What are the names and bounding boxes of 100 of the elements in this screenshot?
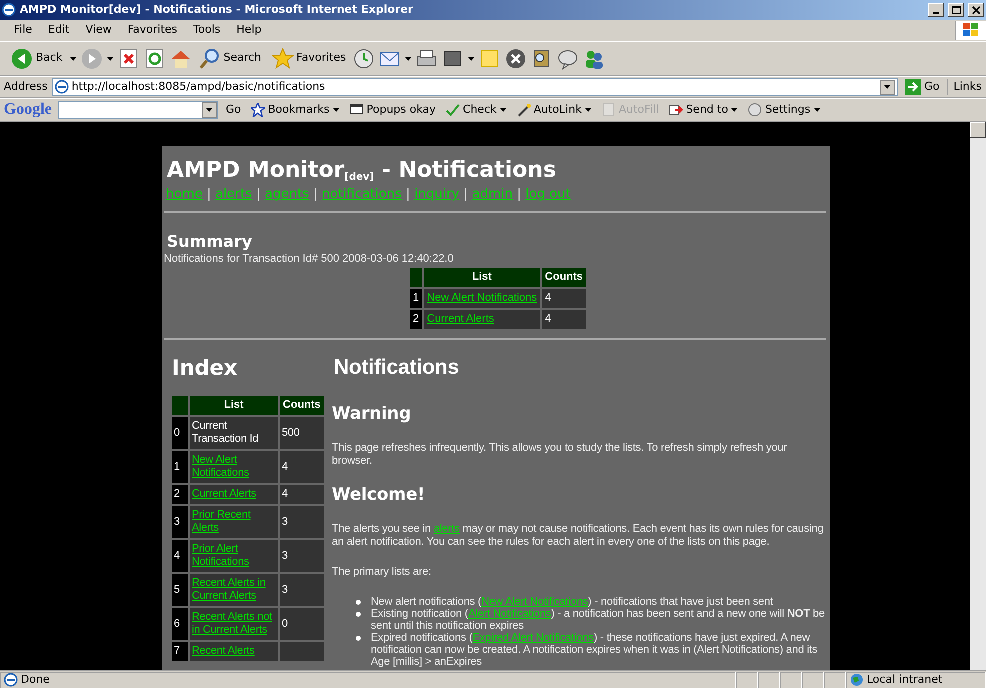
row-index: 0 bbox=[172, 417, 188, 449]
menu-item[interactable]: Tools bbox=[186, 22, 229, 39]
column-header: Counts bbox=[280, 396, 324, 415]
caret-icon[interactable] bbox=[814, 108, 821, 112]
count-cell: 0 bbox=[282, 618, 288, 630]
count-cell: 4 bbox=[282, 488, 288, 500]
caret-icon[interactable] bbox=[468, 56, 476, 60]
refresh-icon[interactable] bbox=[144, 48, 166, 70]
close-icon[interactable] bbox=[970, 4, 982, 16]
column-header: List bbox=[424, 268, 540, 287]
bookmark-star-icon bbox=[251, 103, 266, 117]
nav-separator: | bbox=[406, 187, 410, 202]
browser-icon bbox=[4, 673, 18, 687]
count-cell: 3 bbox=[282, 516, 288, 528]
count-cell: 3 bbox=[282, 584, 288, 596]
history-icon[interactable] bbox=[353, 48, 376, 70]
toolbar-button[interactable]: Send to bbox=[667, 102, 740, 118]
menu-item[interactable]: Favorites bbox=[120, 22, 186, 39]
stop-icon[interactable] bbox=[118, 48, 140, 70]
browser-icon bbox=[2, 3, 16, 17]
nav-separator: | bbox=[464, 187, 468, 202]
menu-item[interactable]: Help bbox=[228, 22, 270, 39]
menu-item[interactable]: Edit bbox=[40, 22, 78, 39]
zone-text: Local intranet bbox=[867, 672, 943, 688]
window-title: AMPD Monitor[dev] - Notifications - Microsoft Internet Explorer bbox=[20, 2, 414, 18]
nav-separator: | bbox=[517, 187, 522, 202]
section-heading: Summary bbox=[167, 233, 254, 251]
caption: Notifications for Transaction Id# 500 2008-03-06 12:40:22.0 bbox=[164, 253, 455, 266]
row-index: 1 bbox=[410, 289, 422, 308]
section-heading: Notifications bbox=[334, 355, 460, 381]
bullet-icon bbox=[356, 600, 361, 605]
row-index: 2 bbox=[172, 485, 188, 504]
favorites-button[interactable]: Favorites bbox=[268, 46, 350, 72]
form-icon bbox=[602, 103, 616, 117]
toolbar-button[interactable]: AutoLink bbox=[514, 102, 594, 118]
row-index: 2 bbox=[410, 310, 422, 329]
caret-icon[interactable] bbox=[405, 56, 412, 60]
windows-flag-icon bbox=[962, 22, 980, 38]
address-field[interactable]: http://localhost:8085/ampd/basic/notifications bbox=[52, 78, 898, 96]
caret-icon[interactable] bbox=[884, 85, 892, 89]
google-logo: Google bbox=[4, 100, 52, 120]
send-arrow-icon bbox=[669, 103, 684, 117]
scrollbar[interactable] bbox=[970, 122, 986, 670]
browser-icon bbox=[54, 80, 69, 94]
address-label: Address bbox=[4, 78, 48, 95]
caret-icon[interactable] bbox=[731, 108, 738, 112]
menu-item[interactable]: File bbox=[6, 22, 40, 39]
paragraph: This page refreshes infrequently. This allows you to study the lists. To refresh simply refresh your browser. bbox=[332, 442, 788, 468]
section-heading: Index bbox=[172, 355, 239, 382]
subheading: Warning bbox=[332, 404, 412, 424]
back-button[interactable]: Back bbox=[8, 46, 66, 72]
bullet-icon bbox=[356, 636, 361, 641]
column-header: List bbox=[190, 396, 278, 415]
row-index: 7 bbox=[172, 642, 188, 661]
subheading: Welcome! bbox=[332, 485, 426, 505]
go-button[interactable]: Go bbox=[902, 76, 943, 98]
menu-item[interactable]: View bbox=[78, 22, 120, 39]
count-cell: 3 bbox=[282, 550, 288, 562]
nav-separator: | bbox=[313, 187, 318, 202]
maximize-icon[interactable] bbox=[950, 4, 962, 16]
links-button[interactable]: Links bbox=[946, 78, 982, 96]
caret-icon[interactable] bbox=[332, 108, 340, 112]
settings-icon bbox=[748, 103, 762, 117]
search-button[interactable]: Search bbox=[196, 46, 265, 72]
spellcheck-icon bbox=[446, 103, 460, 117]
paragraph: The primary lists are: bbox=[332, 566, 432, 579]
star-icon bbox=[272, 48, 294, 70]
count-cell: 4 bbox=[545, 292, 552, 304]
caret-icon[interactable] bbox=[70, 56, 77, 60]
caret-icon[interactable] bbox=[106, 56, 114, 60]
go-arrow-icon bbox=[905, 79, 922, 95]
list-item: Existing notification (Alert Notifications) - a notification has been sent and a new one will NOT be sent until this notification expires bbox=[371, 608, 826, 632]
nav-separator: | bbox=[207, 187, 212, 202]
popup-window-icon bbox=[350, 103, 364, 117]
column-header: Counts bbox=[542, 268, 586, 287]
toolbar-button[interactable]: Check bbox=[444, 102, 509, 118]
row-index: 4 bbox=[172, 540, 188, 572]
row-index: 6 bbox=[172, 608, 188, 640]
page-title: AMPD Monitor$_{[dev]}$ - Notifications bbox=[167, 157, 558, 185]
caret-icon[interactable] bbox=[206, 108, 213, 112]
print-icon[interactable] bbox=[416, 48, 438, 70]
toolbar-button[interactable]: Popups okay bbox=[348, 102, 438, 118]
toolbar-button[interactable]: Settings bbox=[746, 102, 823, 118]
back-icon bbox=[11, 48, 33, 70]
caret-icon[interactable] bbox=[500, 108, 507, 112]
chat-icon[interactable] bbox=[557, 48, 580, 70]
paragraph: The alerts you see in alerts may or may not cause notifications. Each event has its own rules for causing an alert notification. You can see the rules for each alert in every one of the lists on this page. bbox=[332, 523, 825, 549]
bullet-icon bbox=[356, 612, 361, 617]
go-button[interactable]: Go bbox=[224, 102, 244, 118]
close-icon[interactable] bbox=[505, 48, 528, 70]
list-item: Expired notifications (Expired Alert Notifications) - these notifications have just expired. A new notification can now be created. A notification expires when it was in (Alert Notifications) and its Age [millis] > anExpires bbox=[371, 632, 819, 668]
row-index: 1 bbox=[172, 451, 188, 483]
count-cell: 500 bbox=[282, 426, 300, 438]
search-icon bbox=[198, 48, 221, 70]
toolbar-button[interactable]: Bookmarks bbox=[249, 102, 342, 118]
table-cell-text: Current Transaction Id bbox=[192, 420, 260, 446]
wand-icon bbox=[516, 103, 531, 117]
search-field[interactable] bbox=[58, 101, 218, 119]
caret-icon[interactable] bbox=[584, 108, 592, 112]
status-text: Done bbox=[21, 672, 50, 688]
